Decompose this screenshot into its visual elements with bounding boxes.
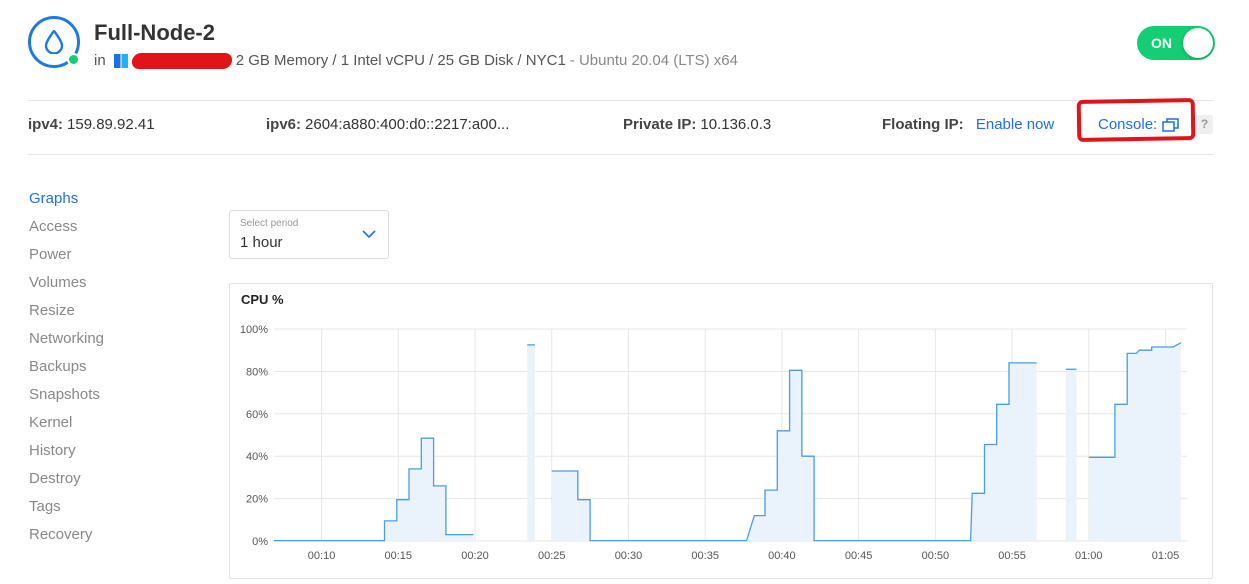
power-toggle[interactable]: ON xyxy=(1137,26,1215,60)
console-label: Console: xyxy=(1098,116,1158,133)
period-select-caption: Select period xyxy=(240,218,299,229)
ipv6-label: ipv6: xyxy=(266,116,302,133)
cpu-area-segment xyxy=(1088,342,1181,541)
floating-ip-info: Floating IP: Enable now xyxy=(882,116,1054,133)
ipv6-info: ipv6: 2604:a880:400:d0::2217:a00... xyxy=(266,116,509,133)
power-toggle-knob xyxy=(1183,28,1213,58)
cpu-area-segment xyxy=(551,362,1037,541)
cpu-chart: 0% 20% 40% 60% 80% 100% 00:10 00:15 00:20 00:25 00… xyxy=(240,324,1187,562)
status-online-dot xyxy=(67,53,80,66)
period-select-value: 1 hour xyxy=(240,234,283,251)
ipv6-value[interactable]: 2604:a880:400:d0::2217:a00... xyxy=(305,116,509,133)
ipv4-label: ipv4: xyxy=(28,116,64,133)
x-tick-label: 00:55 xyxy=(998,550,1026,562)
cpu-area-segment xyxy=(527,344,535,541)
cpu-area-segment xyxy=(274,438,474,541)
y-tick-label: 80% xyxy=(246,366,268,378)
period-select[interactable]: Select period 1 hour xyxy=(229,210,389,259)
x-tick-label: 00:45 xyxy=(845,550,873,562)
nav-item-resize[interactable]: Resize xyxy=(29,301,189,329)
ipv4-info: ipv4: 159.89.92.41 xyxy=(28,116,155,133)
x-tick-label: 00:15 xyxy=(385,550,413,562)
y-tick-label: 0% xyxy=(252,536,268,548)
cpu-area-segment xyxy=(1065,369,1077,541)
x-tick-label: 00:35 xyxy=(691,550,719,562)
droplet-name: Full-Node-2 xyxy=(94,20,215,45)
droplet-header: Full-Node-2 in 2 GB Memory / 1 Intel vCP… xyxy=(28,14,1218,84)
y-tick-label: 20% xyxy=(246,494,268,506)
floating-ip-label: Floating IP: xyxy=(882,116,964,133)
droplet-os: - Ubuntu 20.04 (LTS) x64 xyxy=(569,52,738,69)
cpu-chart-card: 0% 20% 40% 60% 80% 100% 00:10 00:15 00:20 00:25 00… xyxy=(229,283,1213,579)
project-icon[interactable] xyxy=(113,53,128,68)
nav-item-tags[interactable]: Tags xyxy=(29,497,189,525)
droplet-side-nav: Graphs Access Power Volumes Resize Netwo… xyxy=(29,189,189,553)
nav-item-access[interactable]: Access xyxy=(29,217,189,245)
network-info-bar: ipv4: 159.89.92.41 ipv6: 2604:a880:400:d0:… xyxy=(28,97,1213,155)
nav-item-volumes[interactable]: Volumes xyxy=(29,273,189,301)
y-tick-label: 40% xyxy=(246,451,268,463)
x-tick-label: 00:30 xyxy=(615,550,643,562)
power-toggle-label: ON xyxy=(1151,35,1172,51)
nav-item-backups[interactable]: Backups xyxy=(29,357,189,385)
private-ip-value[interactable]: 10.136.0.3 xyxy=(700,116,771,133)
private-ip-label: Private IP: xyxy=(623,116,697,133)
x-tick-label: 00:25 xyxy=(538,550,566,562)
chevron-down-icon xyxy=(362,230,376,239)
nav-item-networking[interactable]: Networking xyxy=(29,329,189,357)
nav-item-power[interactable]: Power xyxy=(29,245,189,273)
enable-floating-ip-link[interactable]: Enable now xyxy=(976,116,1054,133)
ipv4-value[interactable]: 159.89.92.41 xyxy=(67,116,155,133)
external-window-icon xyxy=(1162,117,1179,132)
x-tick-label: 00:20 xyxy=(461,550,489,562)
droplet-subtitle: in 2 GB Memory / 1 Intel vCPU / 25 GB Di… xyxy=(94,52,738,69)
nav-item-kernel[interactable]: Kernel xyxy=(29,413,189,441)
x-tick-label: 00:10 xyxy=(308,550,336,562)
x-tick-label: 01:00 xyxy=(1075,550,1103,562)
y-tick-label: 100% xyxy=(240,324,268,336)
x-tick-label: 01:05 xyxy=(1152,550,1180,562)
chart-title: CPU % xyxy=(241,292,284,307)
x-tick-label: 00:50 xyxy=(922,550,950,562)
help-badge[interactable]: ? xyxy=(1196,115,1213,134)
console-link[interactable]: Console: xyxy=(1098,116,1179,133)
nav-item-recovery[interactable]: Recovery xyxy=(29,525,189,553)
nav-item-destroy[interactable]: Destroy xyxy=(29,469,189,497)
x-tick-label: 00:40 xyxy=(768,550,796,562)
nav-item-history[interactable]: History xyxy=(29,441,189,469)
in-label: in xyxy=(94,52,106,69)
droplet-specs: 2 GB Memory / 1 Intel vCPU / 25 GB Disk … xyxy=(235,52,566,69)
y-tick-label: 60% xyxy=(246,409,268,421)
nav-item-snapshots[interactable]: Snapshots xyxy=(29,385,189,413)
private-ip-info: Private IP: 10.136.0.3 xyxy=(623,116,771,133)
redaction-mark xyxy=(130,52,233,69)
nav-item-graphs[interactable]: Graphs xyxy=(29,189,189,217)
